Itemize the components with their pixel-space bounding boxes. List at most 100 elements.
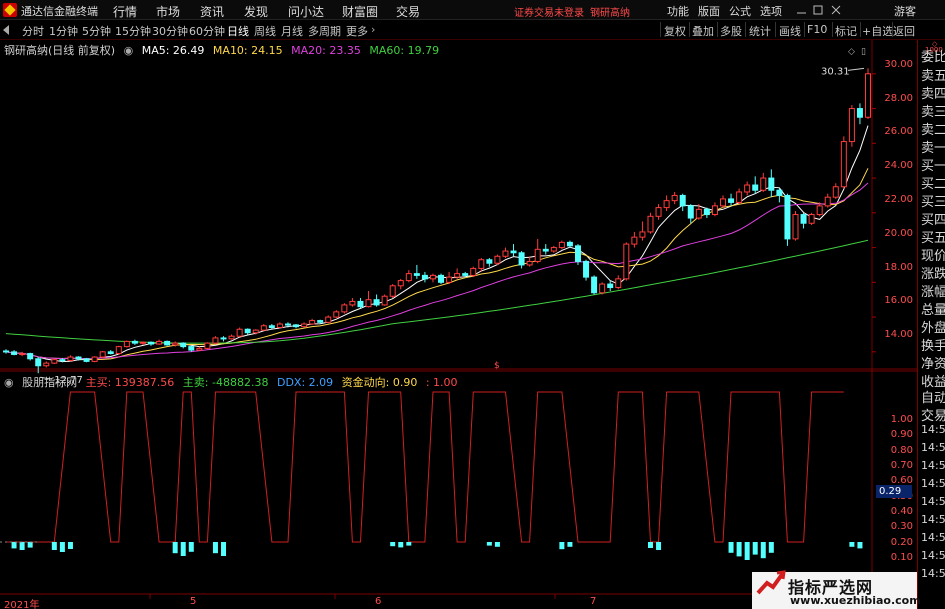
btn-add-favorite[interactable]: +自选 xyxy=(862,23,893,39)
panel-item[interactable]: 外盘 xyxy=(921,317,945,336)
btn-fuquan[interactable]: 复权 xyxy=(664,23,686,39)
period-monthly[interactable]: 月线 xyxy=(281,23,303,39)
title-bar: 通达信金融终端 行情 市场 资讯 发现 问小达 财富圈 交易 证券交易未登录 钢… xyxy=(0,0,945,20)
period-weekly[interactable]: 周线 xyxy=(254,23,276,39)
panel-item[interactable]: 卖二 xyxy=(921,119,945,138)
menu-gongneng[interactable]: 功能 xyxy=(667,3,689,19)
login-notice[interactable]: 证券交易未登录 xyxy=(514,4,584,19)
stock-title[interactable]: 钢研高纳(日线 前复权) xyxy=(4,44,115,57)
panel-item[interactable]: 卖一 xyxy=(921,137,945,156)
candle xyxy=(607,280,614,292)
panel-item[interactable]: 14:56 xyxy=(921,459,945,472)
panel-item[interactable]: 现价 xyxy=(921,245,945,264)
ddx-bar xyxy=(19,542,25,550)
candle-body xyxy=(631,236,638,245)
menu-zixun[interactable]: 资讯 xyxy=(200,3,224,20)
menu-jiaoyi[interactable]: 交易 xyxy=(396,3,420,20)
menu-hangqing[interactable]: 行情 xyxy=(113,3,137,20)
menu-gongshi[interactable]: 公式 xyxy=(729,3,751,19)
candle-body xyxy=(212,337,219,344)
indicator-title[interactable]: 股朋指标网 xyxy=(22,376,77,389)
indicator-settings-icon[interactable]: ◉ xyxy=(4,376,14,389)
btn-tongji[interactable]: 统计 xyxy=(749,23,771,39)
candle xyxy=(413,264,420,279)
settings-icon[interactable]: ◉ xyxy=(124,44,134,57)
ddx-bar xyxy=(390,542,396,547)
panel-item[interactable]: 涨跌 xyxy=(921,263,945,282)
btn-biaoji[interactable]: 标记 xyxy=(835,23,857,39)
candle-body xyxy=(75,356,82,360)
panel-item[interactable]: 交易 xyxy=(921,405,945,424)
panel-item[interactable]: 14:56 xyxy=(921,423,945,436)
panel-item[interactable]: 委比 xyxy=(921,46,945,65)
period-1min[interactable]: 1分钟 xyxy=(49,23,78,39)
period-15min[interactable]: 15分钟 xyxy=(115,23,151,39)
panel-item[interactable]: 买五 xyxy=(921,227,945,246)
btn-back[interactable]: 返回 xyxy=(893,23,915,39)
app-name: 通达信金融终端 xyxy=(21,5,98,18)
panel-item[interactable]: 14:56 xyxy=(921,477,945,490)
chart-frame xyxy=(0,40,917,609)
menu-wenxiaoda[interactable]: 问小达 xyxy=(288,3,324,20)
panel-item[interactable]: 14:56 xyxy=(921,495,945,508)
candle xyxy=(792,211,799,241)
panel-item[interactable]: 净资 xyxy=(921,353,945,372)
panel-item[interactable]: 买四 xyxy=(921,209,945,228)
period-fenshi[interactable]: 分时 xyxy=(22,23,44,39)
more-arrow-icon[interactable]: › xyxy=(371,23,375,36)
candle xyxy=(204,342,211,350)
candle-body xyxy=(752,184,759,191)
period-more[interactable]: 更多 xyxy=(346,23,368,39)
panel-item[interactable]: 14:56 xyxy=(921,567,945,580)
ddx-bar xyxy=(11,542,17,549)
candle xyxy=(558,240,565,250)
kline-chart[interactable]: 30.3112.77$◇ ▯ xyxy=(0,40,917,609)
candle-body xyxy=(510,250,517,254)
candle-body xyxy=(365,299,372,308)
panel-item[interactable]: 卖四 xyxy=(921,83,945,102)
panel-item[interactable]: 总量 xyxy=(921,299,945,318)
menu-xuanxiang[interactable]: 选项 xyxy=(760,3,782,19)
panel-item[interactable]: 14:56 xyxy=(921,513,945,526)
candle-body xyxy=(325,316,332,323)
ind-tick-010: 0.10 xyxy=(890,552,913,563)
candle-body xyxy=(639,231,646,238)
btn-f10[interactable]: F10 xyxy=(807,23,827,36)
candle-body xyxy=(719,198,726,207)
menu-faxian[interactable]: 发现 xyxy=(244,3,268,20)
candle xyxy=(148,341,155,346)
period-30min[interactable]: 30分钟 xyxy=(152,23,188,39)
menu-banmian[interactable]: 版面 xyxy=(698,3,720,19)
candle-body xyxy=(679,194,686,207)
btn-duogu[interactable]: 多股 xyxy=(720,23,742,39)
candle-body xyxy=(148,341,155,345)
panel-item[interactable]: 14:56 xyxy=(921,441,945,454)
period-5min[interactable]: 5分钟 xyxy=(82,23,111,39)
btn-huaxian[interactable]: 画线 xyxy=(779,23,801,39)
period-daily[interactable]: 日线 xyxy=(227,23,249,39)
panel-item[interactable]: 卖三 xyxy=(921,101,945,120)
panel-item[interactable]: 买一 xyxy=(921,155,945,174)
ddx-bar xyxy=(567,542,573,547)
panel-item[interactable]: 卖五 xyxy=(921,65,945,84)
panel-item[interactable]: 自动 xyxy=(921,387,945,406)
btn-diejia[interactable]: 叠加 xyxy=(692,23,714,39)
candle-body xyxy=(405,273,412,282)
collapse-left-icon[interactable] xyxy=(3,25,9,35)
panel-item[interactable]: 14:56 xyxy=(921,549,945,562)
panel-item[interactable]: 涨幅 xyxy=(921,281,945,300)
candle-body xyxy=(43,362,50,367)
panel-item[interactable]: 14:56 xyxy=(921,531,945,544)
period-multi[interactable]: 多周期 xyxy=(308,23,341,39)
menu-shichang[interactable]: 市场 xyxy=(156,3,180,20)
ddx-bar xyxy=(51,542,57,550)
candle-body xyxy=(558,241,565,249)
period-60min[interactable]: 60分钟 xyxy=(189,23,225,39)
panel-item[interactable]: 买三 xyxy=(921,191,945,210)
panel-item[interactable]: 买二 xyxy=(921,173,945,192)
candle-body xyxy=(252,329,259,334)
user-guest[interactable]: 游客 xyxy=(894,3,916,19)
panel-item[interactable]: 换手 xyxy=(921,335,945,354)
ma5-line xyxy=(5,125,869,363)
menu-caifuquan[interactable]: 财富圈 xyxy=(342,3,378,20)
